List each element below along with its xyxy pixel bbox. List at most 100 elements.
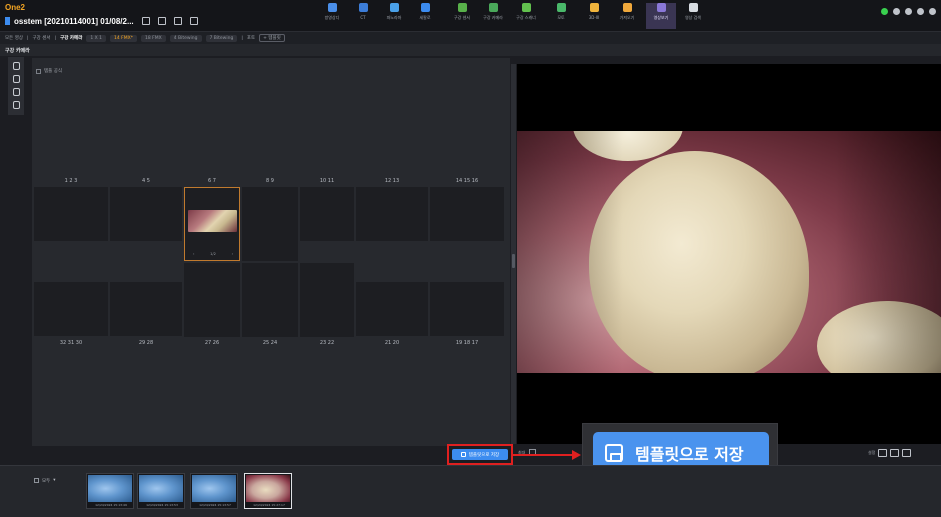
layout-option-18fmx[interactable]: 18 FMX — [140, 34, 166, 42]
tooth-numbers-upper-6: 12 13 — [384, 178, 400, 184]
intraoral-photo[interactable] — [517, 131, 941, 373]
template-slot-lower-5[interactable] — [300, 263, 354, 337]
nav-button-4[interactable]: 구강 센서 — [447, 3, 477, 29]
layout-option-14fmx[interactable]: 14 FMX* — [110, 34, 137, 42]
template-slot-upper-4[interactable] — [242, 187, 298, 261]
film-item-3[interactable]: 12/24/2024 15:13:57 — [190, 473, 238, 509]
crumb-photo[interactable]: 포토 — [247, 35, 255, 41]
tooth-numbers-upper-2: 4 5 — [142, 178, 150, 184]
film-thumbnail — [88, 475, 132, 502]
print-icon[interactable] — [893, 8, 900, 15]
tooth-numbers-lower-7: 19 18 17 — [455, 340, 479, 346]
template-slot-upper-7[interactable] — [430, 187, 504, 241]
nav-button-5[interactable]: 구강 카메라 — [478, 3, 508, 29]
layout-option-1x1[interactable]: 1 X 1 — [86, 34, 107, 42]
online-status-icon — [881, 8, 888, 15]
filmstrip-filter[interactable]: 모두 ▾ — [34, 476, 80, 485]
tooth-numbers-lower-5: 23 22 — [319, 340, 335, 346]
nav-label-10: 영상보기 — [653, 15, 669, 20]
film-item-4[interactable]: 12/24/2024 15:27:17 — [244, 473, 292, 509]
template-slot-upper-6[interactable] — [356, 187, 428, 241]
nav-button-3[interactable]: 세팔로 — [410, 3, 440, 29]
film-thumbnail — [192, 475, 236, 502]
crumb-sep-2: | — [54, 35, 57, 41]
film-caption: 12/24/2024 15:13:49 — [95, 503, 127, 507]
list-icon[interactable] — [173, 17, 182, 25]
template-slot-lower-7[interactable] — [430, 282, 504, 336]
nav-button-10[interactable]: 영상보기 — [646, 3, 676, 29]
layout-option-7bitewing[interactable]: 7 Bitewing — [205, 34, 238, 42]
checkbox-icon[interactable] — [36, 68, 41, 74]
save-template-highlight: 템플릿으로 저장 — [447, 444, 513, 465]
crumb-sensor[interactable]: 구강 센서 — [33, 35, 51, 41]
gear-icon[interactable] — [917, 8, 924, 15]
patient-name[interactable]: osstem [20210114001] 01/08/2... — [14, 17, 134, 26]
patient-header: osstem [20210114001] 01/08/2... — [5, 14, 198, 28]
film-item-2[interactable]: 12/24/2024 15:13:53 — [137, 473, 185, 509]
grid-view-icon[interactable] — [902, 449, 912, 457]
template-slot-lower-4[interactable] — [242, 263, 298, 337]
nav-button-6[interactable]: 구강 스캐너 — [511, 3, 541, 29]
nav-icon-2 — [389, 3, 399, 12]
nav-button-2[interactable]: 파노라마 — [379, 3, 409, 29]
tooth-group-icon[interactable] — [12, 88, 20, 96]
template-slot-upper-5[interactable] — [300, 187, 354, 241]
nav-label-3: 세팔로 — [419, 15, 431, 20]
nav-button-11[interactable]: 영상 검색 — [678, 3, 708, 29]
thumbnail-pager: ‹ 1/2 › — [193, 252, 233, 256]
nav-icon-4 — [457, 3, 467, 12]
save-template-label-zoomed: 템플릿으로 저장 — [635, 445, 744, 464]
template-checkbox[interactable]: 템플 공식 — [36, 68, 62, 74]
layout-option-4bitewing[interactable]: 4 Bitewing — [169, 34, 202, 42]
template-slot-lower-2[interactable] — [110, 282, 182, 336]
tooth-numbers-upper-4: 8 9 — [266, 178, 274, 184]
tooth-upper-icon[interactable] — [12, 62, 20, 70]
photo-vignette — [517, 131, 941, 373]
chevron-down-icon[interactable]: ▾ — [53, 478, 55, 483]
side-tools — [8, 57, 24, 115]
nav-button-8[interactable]: 3D-III — [579, 3, 609, 29]
nav-button-7[interactable]: 모토 — [546, 3, 576, 29]
callout-arrow — [513, 454, 573, 456]
single-view-icon[interactable] — [878, 449, 888, 457]
headset-icon[interactable] — [905, 8, 912, 15]
tooth-lower-icon[interactable] — [12, 75, 20, 83]
template-slot-upper-1[interactable] — [34, 187, 108, 241]
save-icon — [460, 452, 466, 457]
panel-splitter[interactable] — [511, 64, 516, 444]
crumb-all[interactable]: 모든 영상 — [5, 35, 23, 41]
split-view-icon[interactable] — [890, 449, 900, 457]
thumb-next-icon[interactable]: › — [232, 252, 233, 256]
thumb-page: 1/2 — [210, 252, 216, 256]
tooth-numbers-lower-6: 21 20 — [384, 340, 400, 346]
template-slot-upper-2[interactable] — [110, 187, 182, 241]
filmstrip-filter-label: 모두 — [42, 478, 51, 484]
viewer-layout-label: 설정 — [868, 450, 876, 455]
template-slot-lower-3[interactable] — [184, 263, 240, 337]
splitter-grip[interactable] — [512, 254, 515, 268]
tooth-numbers-lower-3: 27 26 — [204, 340, 220, 346]
nav-icon-1 — [358, 3, 368, 12]
add-template-button[interactable]: + 템플릿 — [259, 34, 285, 42]
id-card-icon[interactable] — [141, 17, 150, 25]
tooth-numbers-upper-5: 10 11 — [319, 178, 335, 184]
refresh-icon[interactable] — [189, 17, 198, 25]
crumb-pipe: | — [241, 35, 243, 41]
tooth-rotate-icon[interactable] — [12, 101, 20, 109]
film-item-1[interactable]: 12/24/2024 15:13:49 — [86, 473, 134, 509]
slot-thumbnail-image[interactable] — [188, 210, 237, 232]
template-slot-lower-1[interactable] — [34, 282, 108, 336]
exit-icon[interactable] — [929, 8, 936, 15]
template-slot-upper-3[interactable]: ‹ 1/2 › — [184, 187, 240, 261]
template-slot-lower-6[interactable] — [356, 282, 428, 336]
save-template-button[interactable]: 템플릿으로 저장 — [452, 449, 508, 460]
nav-button-0[interactable]: 방영상디 — [317, 3, 347, 29]
save-icon — [605, 444, 623, 462]
nav-label-0: 방영상디 — [324, 15, 340, 20]
nav-button-9[interactable]: 가져오기 — [612, 3, 642, 29]
filter-checkbox-icon[interactable] — [34, 478, 39, 483]
person-icon[interactable] — [157, 17, 166, 25]
nav-label-5: 구강 카메라 — [483, 15, 503, 20]
nav-button-1[interactable]: CT — [348, 3, 378, 29]
thumb-prev-icon[interactable]: ‹ — [193, 252, 194, 256]
